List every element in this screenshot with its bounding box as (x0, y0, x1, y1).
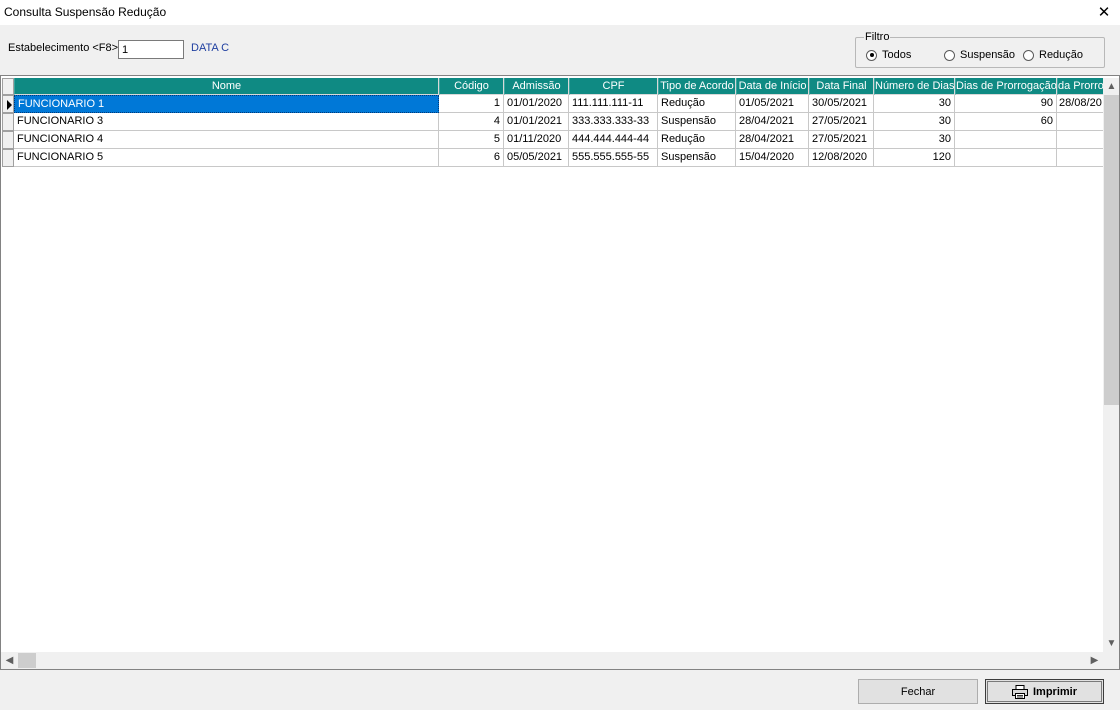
imprimir-button[interactable]: Imprimir (985, 679, 1104, 704)
cell-nome[interactable]: FUNCIONARIO 3 (14, 113, 439, 131)
radio-suspensao[interactable]: Suspensão (944, 49, 1015, 61)
cell-prorrogacao[interactable]: 90 (955, 95, 1057, 113)
column-header-numero-dias[interactable]: Número de Dias (874, 78, 955, 95)
column-header-cpf[interactable]: CPF (569, 78, 658, 95)
printer-icon (1011, 684, 1028, 699)
data-grid[interactable]: Nome Código Admissão CPF Tipo de Acordo … (0, 75, 1120, 670)
cell-dias[interactable]: 30 (874, 95, 955, 113)
scroll-left-icon[interactable]: ◀ (1, 652, 18, 669)
filtro-label: Filtro (864, 31, 891, 43)
close-icon[interactable]: ✕ (1088, 0, 1120, 25)
table-row[interactable]: FUNCIONARIO 4 5 01/11/2020 444.444.444-4… (2, 131, 1104, 149)
scroll-up-icon[interactable]: ▲ (1103, 78, 1119, 95)
cell-prorrogacao[interactable]: 60 (955, 113, 1057, 131)
cell-dias[interactable]: 30 (874, 113, 955, 131)
fechar-button[interactable]: Fechar (858, 679, 978, 704)
cell-nome[interactable]: FUNCIONARIO 4 (14, 131, 439, 149)
radio-todos-label: Todos (882, 49, 912, 61)
scrollbar-corner (1103, 652, 1119, 669)
cell-tipo[interactable]: Redução (658, 95, 736, 113)
cell-admissao[interactable]: 01/01/2021 (504, 113, 569, 131)
column-header-tipo-acordo[interactable]: Tipo de Acordo (658, 78, 736, 95)
filtro-groupbox: Filtro Todos Suspensão Redução (855, 31, 1105, 68)
cell-dias[interactable]: 120 (874, 149, 955, 167)
scroll-right-icon[interactable]: ▶ (1086, 652, 1103, 669)
cell-final[interactable]: 27/05/2021 (809, 131, 874, 149)
cell-admissao[interactable]: 01/01/2020 (504, 95, 569, 113)
title-bar: Consulta Suspensão Redução ✕ (0, 0, 1120, 25)
cell-inicio[interactable]: 01/05/2021 (736, 95, 809, 113)
imprimir-label: Imprimir (1032, 685, 1077, 698)
cell-tipo[interactable]: Suspensão (658, 149, 736, 167)
cell-admissao[interactable]: 01/11/2020 (504, 131, 569, 149)
row-indicator[interactable] (2, 131, 14, 149)
row-indicator[interactable] (2, 95, 14, 113)
window-title: Consulta Suspensão Redução (4, 5, 167, 19)
row-indicator[interactable] (2, 113, 14, 131)
cell-tipo[interactable]: Suspensão (658, 113, 736, 131)
cell-cpf[interactable]: 555.555.555-55 (569, 149, 658, 167)
cell-final[interactable]: 12/08/2020 (809, 149, 874, 167)
current-row-arrow-icon (7, 100, 12, 110)
cell-nome[interactable]: FUNCIONARIO 5 (14, 149, 439, 167)
cell-final[interactable]: 27/05/2021 (809, 113, 874, 131)
table-row[interactable]: FUNCIONARIO 3 4 01/01/2021 333.333.333-3… (2, 113, 1104, 131)
cell-codigo[interactable]: 1 (439, 95, 504, 113)
cell-codigo[interactable]: 4 (439, 113, 504, 131)
column-header-admissao[interactable]: Admissão (504, 78, 569, 95)
cell-codigo[interactable]: 6 (439, 149, 504, 167)
horizontal-scrollbar[interactable]: ◀ ▶ (1, 652, 1103, 669)
cell-inicio[interactable]: 28/04/2021 (736, 113, 809, 131)
row-indicator[interactable] (2, 149, 14, 167)
radio-suspensao-label: Suspensão (960, 49, 1016, 61)
fechar-label: Fechar (900, 685, 936, 698)
cell-data-prorrogacao[interactable] (1057, 131, 1104, 149)
cell-inicio[interactable]: 15/04/2020 (736, 149, 809, 167)
cell-admissao[interactable]: 05/05/2021 (504, 149, 569, 167)
cell-tipo[interactable]: Redução (658, 131, 736, 149)
estabelecimento-input[interactable] (118, 40, 184, 59)
column-header-data-final[interactable]: Data Final (809, 78, 874, 95)
cell-dias[interactable]: 30 (874, 131, 955, 149)
radio-unchecked-icon (1023, 49, 1034, 61)
cell-data-prorrogacao[interactable]: 28/08/20 (1057, 95, 1104, 113)
radio-checked-icon (866, 49, 877, 61)
column-header-codigo[interactable]: Código (439, 78, 504, 95)
cell-data-prorrogacao[interactable] (1057, 149, 1104, 167)
column-header-dias-prorrogacao[interactable]: Dias de Prorrogação (955, 78, 1057, 95)
cell-nome[interactable]: FUNCIONARIO 1 (14, 95, 439, 113)
radio-reducao[interactable]: Redução (1023, 49, 1083, 61)
cell-data-prorrogacao[interactable] (1057, 113, 1104, 131)
column-header-data-prorrogacao[interactable]: da Prorrog (1057, 78, 1104, 95)
cell-cpf[interactable]: 333.333.333-33 (569, 113, 658, 131)
estabelecimento-label: Estabelecimento <F8> (8, 42, 119, 54)
cell-cpf[interactable]: 444.444.444-44 (569, 131, 658, 149)
radio-reducao-label: Redução (1039, 49, 1084, 61)
radio-todos[interactable]: Todos (866, 49, 911, 61)
grid-corner (2, 78, 14, 95)
radio-unchecked-icon (944, 49, 955, 61)
cell-inicio[interactable]: 28/04/2021 (736, 131, 809, 149)
cell-prorrogacao[interactable] (955, 131, 1057, 149)
table-row[interactable]: FUNCIONARIO 1 1 01/01/2020 111.111.111-1… (2, 95, 1104, 113)
vertical-scrollbar[interactable]: ▲ ▼ (1103, 78, 1119, 652)
cell-final[interactable]: 30/05/2021 (809, 95, 874, 113)
column-header-data-inicio[interactable]: Data de Início (736, 78, 809, 95)
estabelecimento-name: DATA C (191, 42, 230, 54)
vertical-scroll-thumb[interactable] (1104, 95, 1119, 405)
table-row[interactable]: FUNCIONARIO 5 6 05/05/2021 555.555.555-5… (2, 149, 1104, 167)
scroll-down-icon[interactable]: ▼ (1103, 635, 1119, 652)
cell-cpf[interactable]: 111.111.111-11 (569, 95, 658, 113)
horizontal-scroll-thumb[interactable] (18, 653, 36, 668)
filter-bar: Estabelecimento <F8> DATA C Filtro Todos… (0, 25, 1120, 75)
cell-codigo[interactable]: 5 (439, 131, 504, 149)
column-header-nome[interactable]: Nome (14, 78, 439, 95)
cell-prorrogacao[interactable] (955, 149, 1057, 167)
grid-header: Nome Código Admissão CPF Tipo de Acordo … (2, 78, 1104, 95)
